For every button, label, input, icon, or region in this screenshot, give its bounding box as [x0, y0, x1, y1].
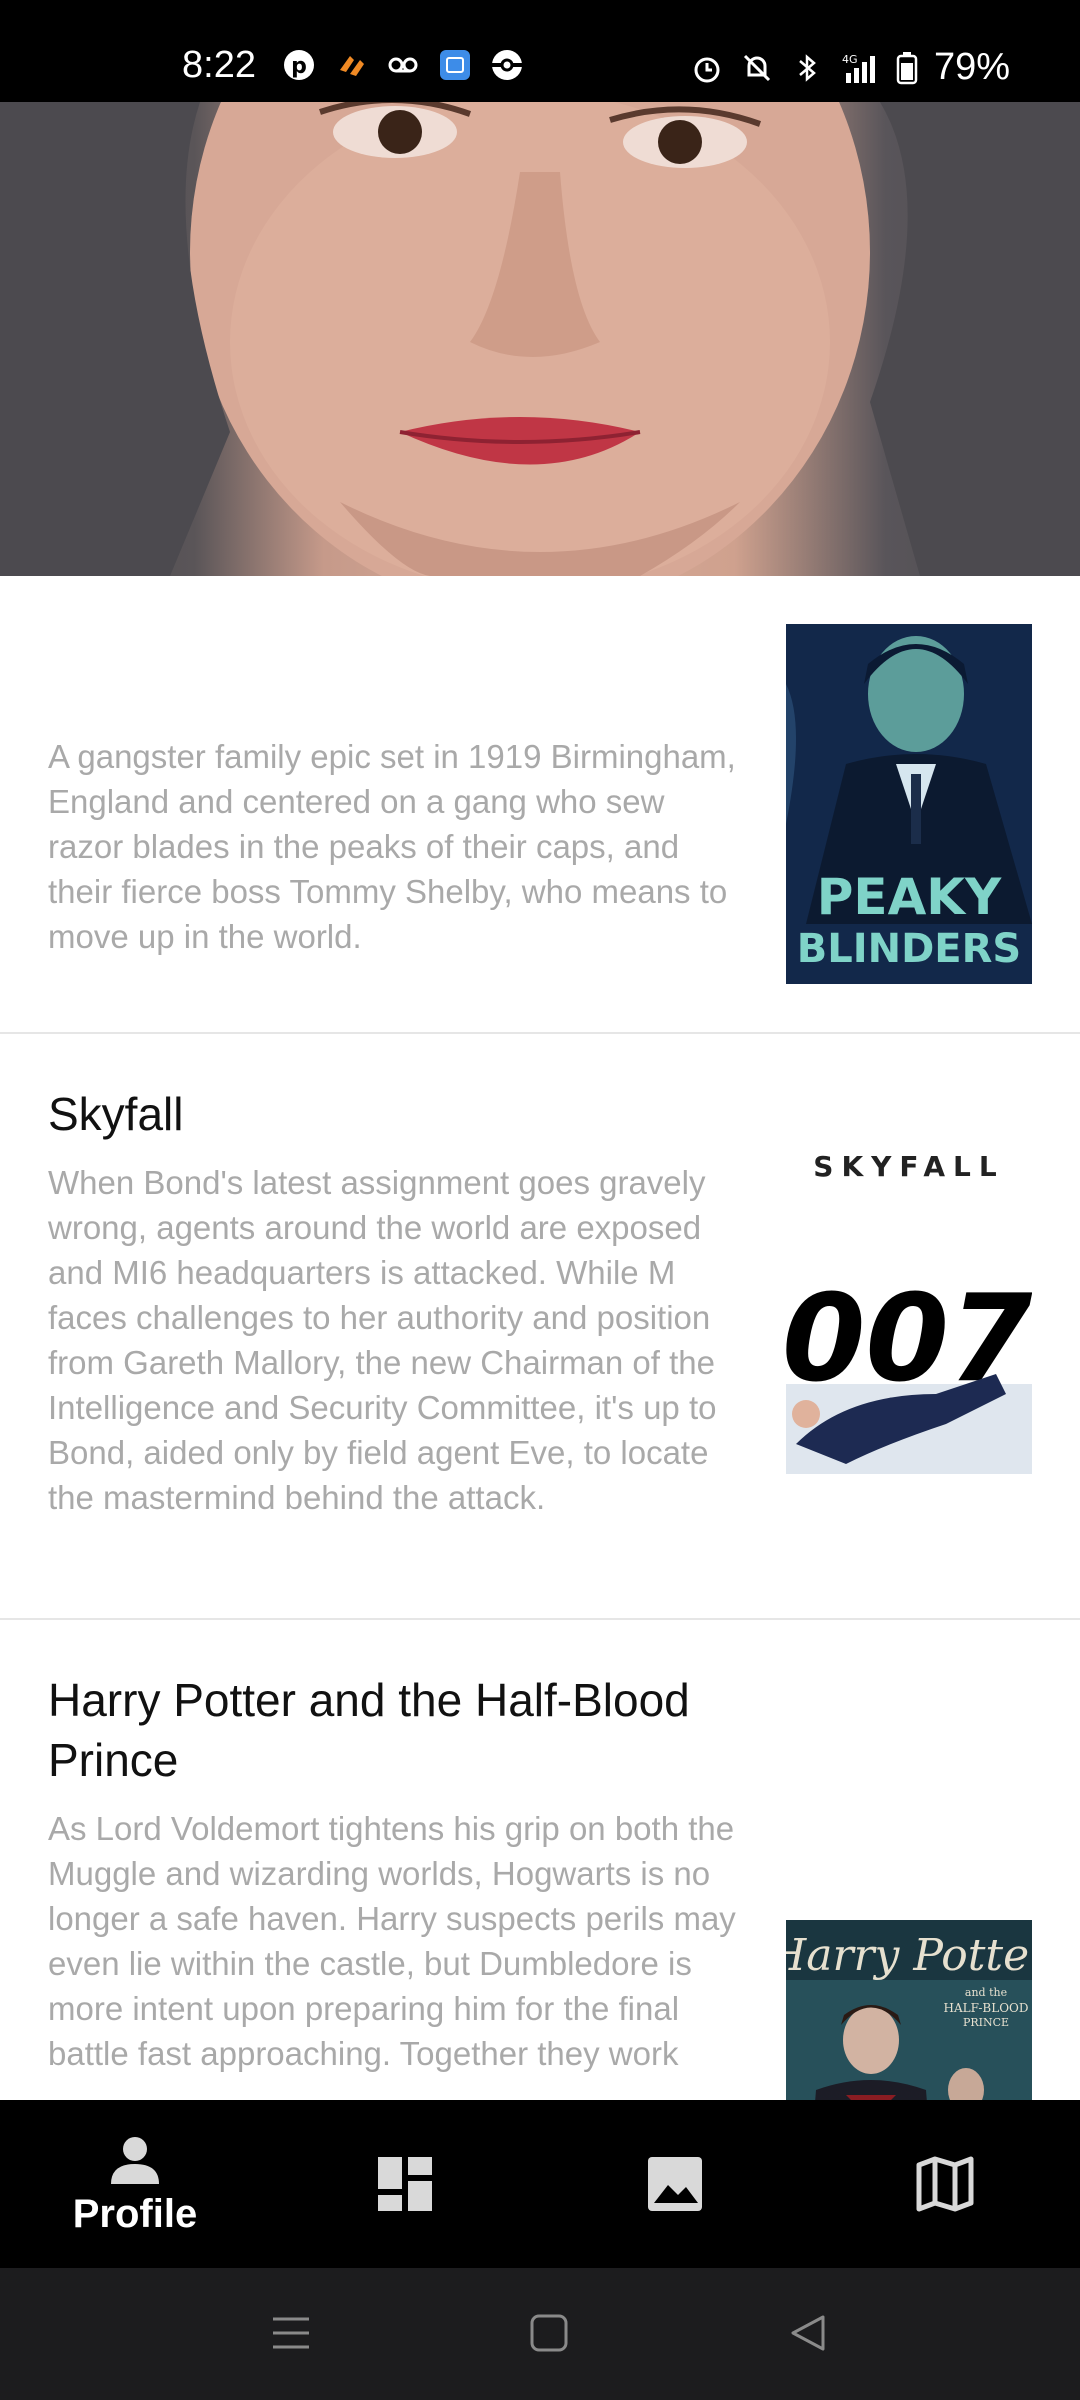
movie-list[interactable]: A gangster family epic set in 1919 Birmi… — [0, 576, 1080, 2100]
signal-4g-icon: 4G — [842, 53, 875, 83]
pinterest-icon: p — [284, 50, 314, 80]
recents-button[interactable] — [256, 2298, 326, 2368]
poster-title: SKYFALL — [813, 1150, 1004, 1183]
movie-poster[interactable]: SKYFALL 007 — [786, 1144, 1032, 1474]
home-square-icon — [530, 2314, 568, 2352]
nav-map[interactable] — [810, 2100, 1080, 2268]
status-bar: 8:22 p 4G 79% — [0, 0, 1080, 102]
status-time: 8:22 — [182, 44, 256, 86]
nav-dashboard[interactable] — [270, 2100, 540, 2268]
back-button[interactable] — [772, 2298, 842, 2368]
poster-title: Harry Potter — [786, 1930, 1032, 1981]
image-icon — [648, 2157, 702, 2211]
calendar-app-icon — [440, 50, 470, 80]
battery-percentage: 79% — [933, 46, 1010, 88]
pokeball-icon — [492, 50, 522, 80]
movie-poster[interactable]: PEAKY BLINDERS — [786, 624, 1032, 984]
svg-text:HALF-BLOOD: HALF-BLOOD — [943, 2001, 1028, 2015]
movie-title: Harry Potter and the Half-Blood Prince — [48, 1674, 690, 1786]
mute-icon — [743, 54, 770, 81]
system-icons: 4G 79% — [690, 46, 1010, 89]
list-item[interactable]: Harry Potter and the Half-Blood Prince A… — [0, 1620, 1080, 2100]
poster-title-line2: BLINDERS — [797, 926, 1021, 972]
svg-text:4G: 4G — [842, 53, 858, 66]
movie-description: A gangster family epic set in 1919 Birmi… — [48, 738, 736, 955]
map-icon — [916, 2156, 974, 2212]
menu-icon — [273, 2317, 309, 2349]
dashboard-icon — [378, 2157, 432, 2211]
list-item[interactable]: A gangster family epic set in 1919 Birmi… — [0, 576, 1080, 1034]
movie-poster[interactable]: Harry Potter and the HALF-BLOOD PRINCE — [786, 1920, 1032, 2100]
poster-title-line1: PEAKY — [817, 868, 1002, 926]
voicemail-icon — [388, 57, 418, 73]
list-item[interactable]: Skyfall When Bond's latest assignment go… — [0, 1034, 1080, 1620]
svg-text:p: p — [291, 54, 307, 79]
svg-text:PRINCE: PRINCE — [963, 2016, 1009, 2029]
bottom-navigation: Profile — [0, 2100, 1080, 2268]
nav-profile-label: Profile — [72, 2191, 198, 2236]
system-navigation-bar — [0, 2268, 1080, 2400]
nav-gallery[interactable] — [540, 2100, 810, 2268]
movie-title: Skyfall — [48, 1088, 184, 1140]
movie-description: As Lord Voldemort tightens his grip on b… — [48, 1810, 736, 2072]
battery-icon — [896, 51, 918, 84]
bluetooth-icon — [799, 53, 816, 82]
back-triangle-icon — [791, 2315, 825, 2351]
person-icon — [111, 2136, 159, 2184]
alarm-icon — [694, 57, 720, 82]
notification-icons: p — [282, 48, 524, 82]
poster-subtitle: and the — [965, 1986, 1007, 1999]
nav-profile[interactable]: Profile — [0, 2100, 270, 2268]
movie-description: When Bond's latest assignment goes grave… — [48, 1164, 717, 1516]
profile-photo — [0, 102, 1080, 576]
app-icon — [340, 56, 364, 76]
home-button[interactable] — [514, 2298, 584, 2368]
